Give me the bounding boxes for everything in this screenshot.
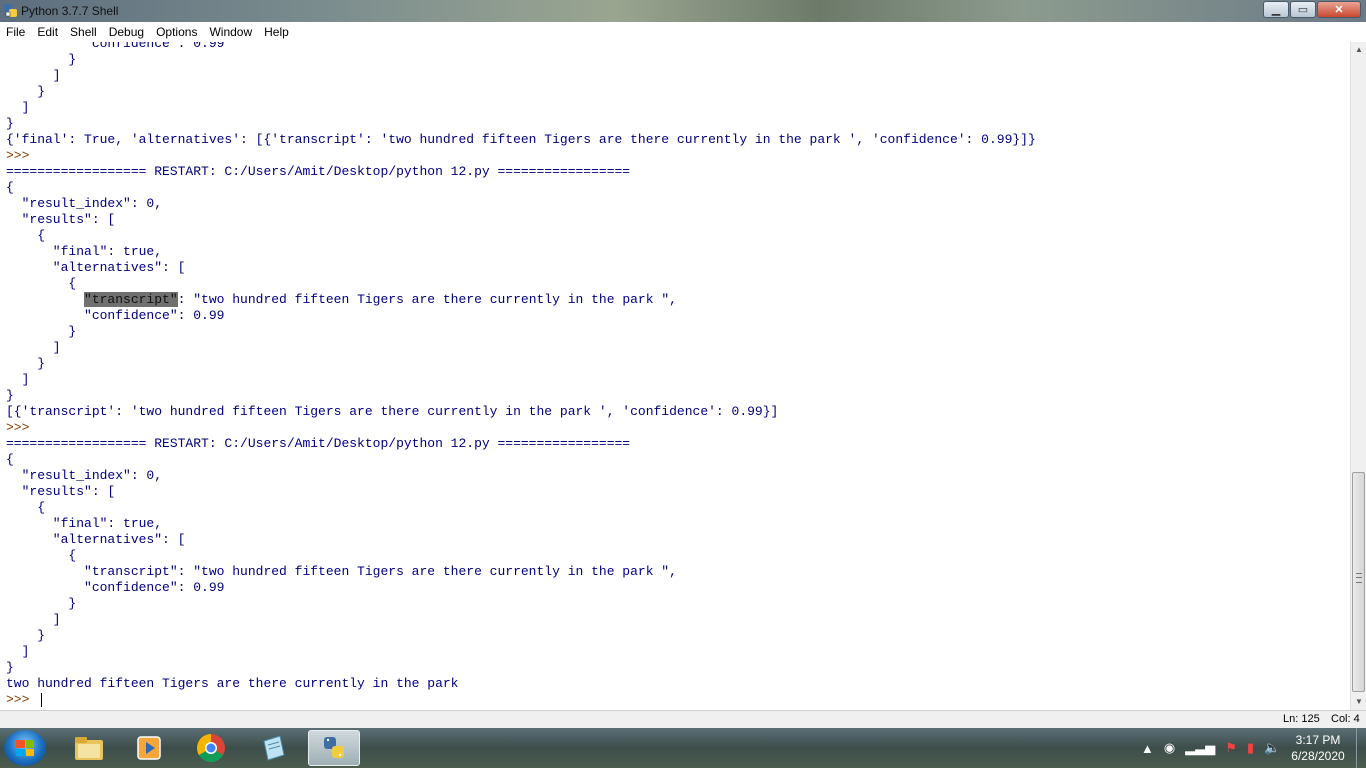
restart-banner-line: ================== RESTART: C:/Users/Ami… [6, 164, 631, 179]
close-button[interactable]: ✕ [1317, 1, 1361, 18]
shell-output-line: "transcript": "two hundred fifteen Tiger… [84, 292, 677, 307]
minimize-button[interactable]: ▁ [1263, 1, 1289, 18]
shell-output-line: } [6, 84, 46, 99]
shell-prompt-line: >>> [6, 420, 1036, 436]
taskbar-python-idle[interactable] [308, 730, 360, 766]
taskbar-explorer[interactable] [63, 730, 115, 766]
menu-help[interactable]: Help [258, 22, 295, 42]
shell-output-line: ] [6, 612, 61, 627]
signal-icon[interactable]: ▂▃▅ [1185, 740, 1215, 756]
taskbar-media-player[interactable] [123, 730, 175, 766]
show-desktop-button[interactable] [1356, 728, 1366, 768]
selected-text[interactable]: "transcript" [84, 292, 178, 307]
shell-output-line: } [6, 52, 77, 67]
menu-bar: File Edit Shell Debug Options Window Hel… [0, 22, 1366, 43]
record-icon[interactable]: ◉ [1164, 740, 1175, 756]
prompt-marker: >>> [6, 692, 38, 707]
menu-options[interactable]: Options [150, 22, 203, 42]
menu-edit[interactable]: Edit [31, 22, 64, 42]
menu-window[interactable]: Window [203, 22, 258, 42]
system-tray: ▲ ◉ ▂▃▅ ⚑ ▮ 🔈 [1136, 736, 1285, 760]
shell-output-line: "confidence": 0.99 [6, 42, 225, 51]
notepad-icon [263, 735, 285, 761]
menu-shell[interactable]: Shell [64, 22, 103, 42]
shell-output-line: } [6, 116, 14, 131]
shell-output-line: { [6, 452, 14, 467]
shell-output-line: "result_index": 0, [6, 468, 163, 483]
shell-output: "confidence": 0.99 } ] } ]} {'final': Tru… [6, 42, 1036, 708]
shell-output-line: "transcript": "two hundred fifteen Tiger… [6, 564, 677, 579]
shell-output-line: "results": [ [6, 484, 116, 499]
shell-output-line: } [6, 356, 46, 371]
python-icon [324, 737, 344, 758]
taskbar: ▲ ◉ ▂▃▅ ⚑ ▮ 🔈 3:17 PM 6/28/2020 [0, 728, 1366, 768]
column-number: Col: 4 [1331, 713, 1360, 725]
shell-prompt-line: >>> [6, 148, 1036, 164]
maximize-button[interactable]: ▭ [1290, 1, 1316, 18]
shell-output-line: ] [6, 372, 30, 387]
shell-output-line: } [6, 628, 46, 643]
scroll-down-arrow-icon[interactable]: ▼ [1351, 694, 1366, 710]
title-bar[interactable]: Python 3.7.7 Shell ▁ ▭ ✕ [0, 0, 1366, 22]
shell-output-line: } [6, 324, 77, 339]
shell-output-line: } [6, 596, 77, 611]
shell-output-line: "confidence": 0.99 [6, 580, 225, 595]
shell-output-line: } [6, 660, 14, 675]
shell-output-line: ] [6, 68, 61, 83]
scroll-up-arrow-icon[interactable]: ▲ [1351, 42, 1366, 58]
shell-output-line: { [6, 548, 77, 563]
status-bar: Ln: 125 Col: 4 [0, 710, 1366, 728]
scrollbar-thumb[interactable] [1352, 472, 1365, 692]
shell-output-line: "alternatives": [ [6, 532, 186, 547]
taskbar-chrome[interactable] [185, 730, 237, 766]
menu-debug[interactable]: Debug [103, 22, 150, 42]
shell-output-line: "confidence": 0.99 [6, 308, 225, 323]
shell-output-line: "alternatives": [ [6, 260, 186, 275]
shell-output-line: two hundred fifteen Tigers are there cur… [6, 676, 459, 691]
scroll-grip-icon [1356, 573, 1362, 583]
shell-output-line: } [6, 388, 14, 403]
windows-logo-icon [16, 740, 34, 756]
line-number: Ln: 125 [1283, 713, 1320, 725]
restart-banner-line: ================== RESTART: C:/Users/Ami… [6, 436, 631, 451]
shell-output-line: "results": [ [6, 212, 116, 227]
clock[interactable]: 3:17 PM 6/28/2020 [1280, 732, 1356, 764]
shell-output-line: { [6, 276, 77, 291]
prompt-marker: >>> [6, 148, 38, 163]
shell-prompt-line: >>> [6, 692, 1036, 708]
media-player-icon [137, 736, 161, 760]
shell-output-line: "final": true, [6, 516, 163, 531]
network-error-icon[interactable]: ⚑ [1225, 740, 1237, 756]
shell-output-line: {'final': True, 'alternatives': [{'trans… [6, 132, 1036, 147]
clock-time: 3:17 PM [1295, 733, 1341, 747]
window-title: Python 3.7.7 Shell [21, 4, 119, 18]
battery-icon[interactable]: ▮ [1247, 740, 1254, 756]
show-hidden-icons-icon[interactable]: ▲ [1141, 741, 1154, 756]
shell-output-line: { [6, 180, 14, 195]
shell-output-line: [{'transcript': 'two hundred fifteen Tig… [6, 404, 779, 419]
folder-icon [75, 737, 103, 760]
shell-output-line: "final": true, [6, 244, 163, 259]
window-controls: ▁ ▭ ✕ [1262, 1, 1361, 19]
volume-icon[interactable]: 🔈 [1264, 740, 1280, 756]
text-cursor [41, 692, 43, 707]
shell-output-line: "result_index": 0, [6, 196, 163, 211]
clock-date: 6/28/2020 [1291, 749, 1345, 763]
chrome-icon [197, 734, 225, 762]
shell-output-line: ] [6, 644, 30, 659]
start-button[interactable] [4, 730, 46, 766]
shell-output-line: { [6, 500, 46, 515]
taskbar-notepad[interactable] [247, 730, 299, 766]
python-idle-icon [4, 4, 17, 17]
shell-text-area[interactable]: "confidence": 0.99 } ] } ]} {'final': Tru… [0, 42, 1350, 710]
prompt-marker: >>> [6, 420, 38, 435]
shell-output-line: { [6, 228, 46, 243]
shell-output-line: ] [6, 100, 30, 115]
vertical-scrollbar[interactable]: ▲ ▼ [1350, 42, 1366, 710]
shell-output-line: ] [6, 340, 61, 355]
menu-file[interactable]: File [0, 22, 31, 42]
